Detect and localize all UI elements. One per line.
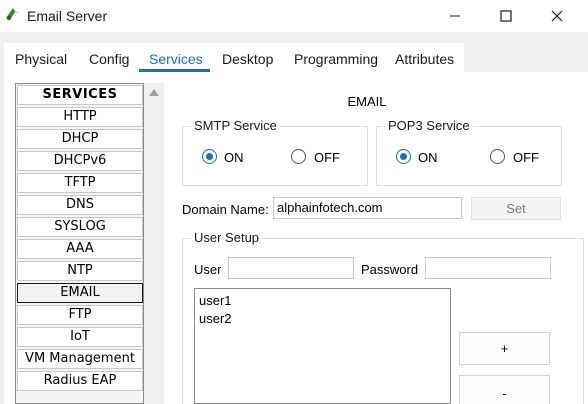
window-title: Email Server bbox=[27, 8, 108, 24]
tab-programming[interactable]: Programming bbox=[294, 51, 378, 67]
tab-attributes[interactable]: Attributes bbox=[395, 51, 454, 67]
add-user-button[interactable]: + bbox=[459, 332, 550, 365]
minimize-icon bbox=[450, 15, 460, 17]
service-item-dns[interactable]: DNS bbox=[17, 195, 143, 215]
smtp-off-label: OFF bbox=[314, 150, 340, 165]
services-header: SERVICES bbox=[17, 85, 143, 105]
services-scrollbar[interactable] bbox=[144, 83, 164, 404]
remove-user-button[interactable]: - bbox=[459, 375, 550, 404]
tab-services[interactable]: Services bbox=[149, 51, 203, 67]
maximize-icon bbox=[500, 10, 512, 22]
server-app-icon bbox=[6, 8, 19, 20]
service-item-syslog[interactable]: SYSLOG bbox=[17, 217, 143, 237]
service-item-email[interactable]: EMAIL bbox=[17, 283, 143, 303]
password-input[interactable] bbox=[425, 257, 551, 279]
service-item-tftp[interactable]: TFTP bbox=[17, 173, 143, 193]
pop3-on-radio[interactable] bbox=[396, 149, 411, 164]
tab-physical[interactable]: Physical bbox=[15, 51, 67, 67]
smtp-on-radio[interactable] bbox=[202, 149, 217, 164]
services-list: SERVICES HTTP DHCP DHCPv6 TFTP DNS SYSLO… bbox=[15, 83, 144, 404]
smtp-service-label: SMTP Service bbox=[191, 118, 280, 133]
password-label: Password bbox=[361, 262, 419, 277]
smtp-on-label: ON bbox=[224, 150, 244, 165]
domain-name-label: Domain Name: bbox=[182, 202, 269, 217]
scroll-up-arrow-icon[interactable] bbox=[149, 89, 159, 96]
maximize-button[interactable] bbox=[483, 0, 529, 32]
service-item-ftp[interactable]: FTP bbox=[17, 305, 143, 325]
pop3-off-radio[interactable] bbox=[490, 149, 505, 164]
pop3-on-label: ON bbox=[418, 150, 438, 165]
service-item-vm-management[interactable]: VM Management bbox=[17, 349, 143, 369]
pop3-off-label: OFF bbox=[513, 150, 539, 165]
service-item-dhcp[interactable]: DHCP bbox=[17, 129, 143, 149]
tab-bar: Physical Config Services Desktop Program… bbox=[0, 32, 588, 73]
user-setup-label: User Setup bbox=[191, 230, 263, 245]
user-input[interactable] bbox=[228, 257, 354, 279]
title-bar: Email Server bbox=[0, 0, 588, 32]
user-label: User bbox=[194, 262, 222, 277]
close-icon bbox=[551, 10, 563, 22]
close-button[interactable] bbox=[534, 0, 580, 32]
service-item-http[interactable]: HTTP bbox=[17, 107, 143, 127]
service-item-dhcpv6[interactable]: DHCPv6 bbox=[17, 151, 143, 171]
service-item-aaa[interactable]: AAA bbox=[17, 239, 143, 259]
pop3-service-label: POP3 Service bbox=[385, 118, 473, 133]
service-item-iot[interactable]: IoT bbox=[17, 327, 143, 347]
user-list-item[interactable]: user2 bbox=[199, 311, 232, 326]
email-panel-title: EMAIL bbox=[347, 94, 387, 109]
tab-desktop[interactable]: Desktop bbox=[222, 51, 273, 67]
set-domain-button[interactable]: Set bbox=[471, 197, 561, 220]
users-list[interactable]: user1 user2 bbox=[194, 288, 451, 404]
service-item-ntp[interactable]: NTP bbox=[17, 261, 143, 281]
tab-config[interactable]: Config bbox=[89, 51, 129, 67]
minimize-button[interactable] bbox=[432, 0, 478, 32]
user-list-item[interactable]: user1 bbox=[199, 293, 232, 308]
smtp-off-radio[interactable] bbox=[291, 149, 306, 164]
domain-name-input[interactable]: alphainfotech.com bbox=[273, 197, 462, 219]
service-item-radius-eap[interactable]: Radius EAP bbox=[17, 371, 143, 391]
